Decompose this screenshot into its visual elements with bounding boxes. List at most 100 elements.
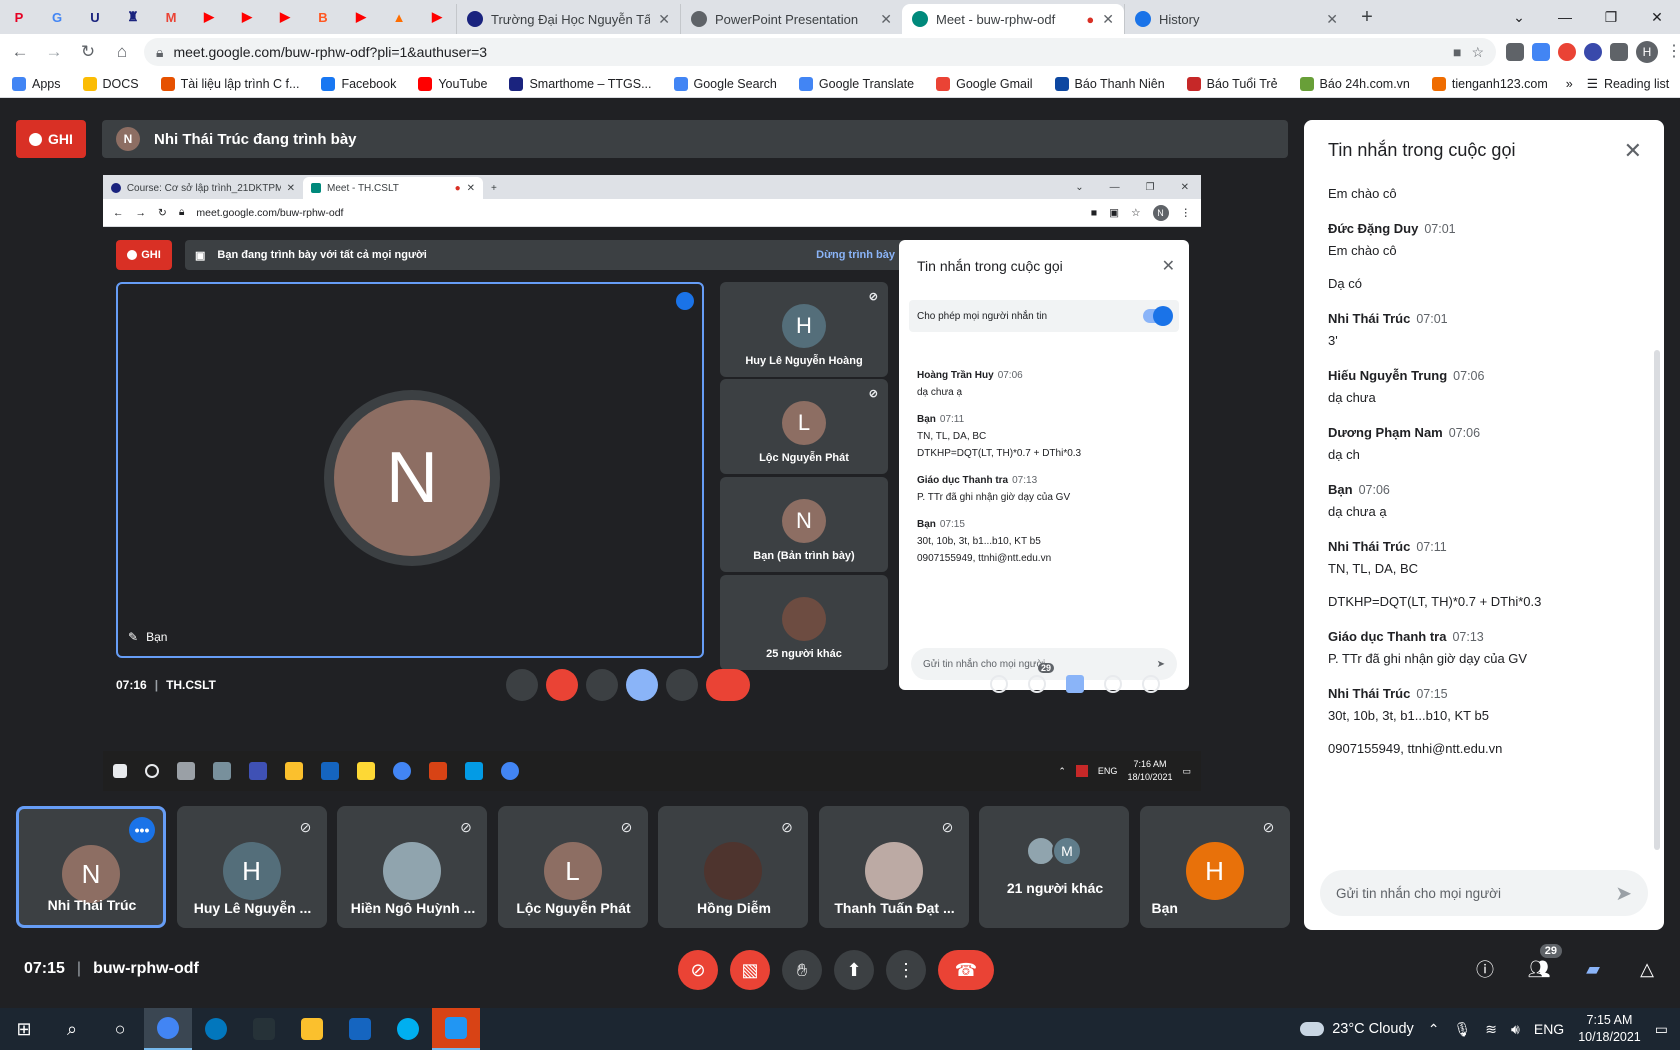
start-button[interactable]: ⊞	[0, 1008, 48, 1050]
minimize-button[interactable]: —	[1542, 9, 1588, 25]
taskbar-app[interactable]	[336, 1008, 384, 1050]
close-tab-icon[interactable]: ✕	[1102, 11, 1114, 28]
pinned-tab[interactable]: ▶	[342, 0, 380, 34]
bookmark-item[interactable]: tienganh123.com	[1431, 76, 1548, 91]
home-button[interactable]: ⌂	[110, 42, 134, 62]
pinned-tab[interactable]: ▶	[266, 0, 304, 34]
present-button[interactable]: ⬆	[834, 950, 874, 990]
bookmark-item[interactable]: Báo Tuổi Trẻ	[1186, 76, 1278, 91]
taskbar-chrome[interactable]	[144, 1008, 192, 1050]
chat-button[interactable]: ▰	[1580, 956, 1606, 982]
chat-scrollbar[interactable]	[1654, 350, 1660, 850]
bookmark-item[interactable]: Google Translate	[798, 76, 914, 91]
forward-button[interactable]: →	[42, 42, 66, 62]
pinned-tab[interactable]: U	[76, 0, 114, 34]
participant-tile[interactable]: ⊘ H Bạn	[1139, 806, 1290, 928]
people-button[interactable]: 👥︎ 29	[1526, 944, 1562, 982]
bookmark-item[interactable]: YouTube	[418, 76, 487, 91]
bookmark-item[interactable]: Smarthome – TTGS...	[509, 76, 652, 91]
participant-tile[interactable]: ⊘ Thanh Tuấn Đạt ...	[818, 806, 969, 928]
bookmark-item[interactable]: Báo 24h.com.vn	[1299, 76, 1410, 91]
download-extension-icon[interactable]	[1584, 43, 1602, 61]
bookmark-item[interactable]: Google Gmail	[936, 76, 1033, 91]
wifi-icon[interactable]: ≋	[1485, 1021, 1497, 1038]
close-tab-icon[interactable]: ✕	[1326, 11, 1338, 28]
bookmark-item[interactable]: Tài liệu lập trình C f...	[160, 76, 299, 91]
close-window-button[interactable]: ✕	[1634, 9, 1680, 26]
clock[interactable]: 7:15 AM 10/18/2021	[1578, 1012, 1641, 1046]
participant-tile[interactable]: ⊘ Hiền Ngô Huỳnh ...	[337, 806, 487, 928]
more-options-button[interactable]: ⋮	[886, 950, 926, 990]
pinned-tab[interactable]: ▶	[228, 0, 266, 34]
participant-tile[interactable]: ••• N Nhi Thái Trúc	[16, 806, 166, 928]
puzzle-icon[interactable]	[1610, 43, 1628, 61]
volume-icon[interactable]: 🔊︎	[1511, 1021, 1520, 1038]
maximize-button[interactable]: ❐	[1588, 9, 1634, 26]
bookmark-item[interactable]: Facebook	[321, 76, 396, 91]
search-button[interactable]: ⌕	[48, 1008, 96, 1050]
bookmark-star-icon[interactable]: ☆	[1471, 44, 1484, 61]
translate-extension-icon[interactable]	[1532, 43, 1550, 61]
reload-button[interactable]: ↻	[76, 42, 100, 62]
browser-tab[interactable]: Trường Đại Học Nguyễn Tất Thà ✕	[456, 4, 680, 34]
more-bookmarks-icon[interactable]: »	[1566, 77, 1573, 91]
close-tab-icon[interactable]: ✕	[658, 11, 670, 28]
new-tab-button[interactable]: +	[1348, 0, 1386, 34]
pinned-tab[interactable]: ▶	[418, 0, 456, 34]
bookmark-item[interactable]: Báo Thanh Niên	[1054, 76, 1165, 91]
menu-kebab-icon[interactable]: ⋮	[1666, 43, 1680, 61]
bookmark-icon	[798, 76, 813, 91]
pinned-tab[interactable]: ♜	[114, 0, 152, 34]
notification-icon[interactable]: ▭	[1655, 1021, 1668, 1038]
pinned-tab[interactable]: B	[304, 0, 342, 34]
browser-tab[interactable]: History ✕	[1124, 4, 1348, 34]
pinned-tab[interactable]: M	[152, 0, 190, 34]
mic-off-button[interactable]: ⊘	[678, 950, 718, 990]
browser-tab[interactable]: Meet - buw-rphw-odf ● ✕	[902, 4, 1124, 34]
pinned-tab[interactable]: ▶	[190, 0, 228, 34]
shared-participant-tile: N Bạn (Bản trình bày)	[720, 477, 888, 572]
bookmark-item[interactable]: Apps	[12, 76, 61, 91]
close-tab-icon[interactable]: ✕	[880, 11, 892, 28]
pinned-tab[interactable]: P	[0, 0, 38, 34]
more-options-icon[interactable]: •••	[129, 817, 155, 843]
microphone-icon[interactable]: 🎙︎	[1454, 1021, 1472, 1038]
address-bar[interactable]: 🔒︎ meet.google.com/buw-rphw-odf?pli=1&au…	[144, 38, 1496, 66]
close-chat-button[interactable]: ✕	[1624, 138, 1642, 164]
taskbar-terminal[interactable]	[240, 1008, 288, 1050]
weather-widget[interactable]: 23°C Cloudy	[1300, 1021, 1414, 1037]
bookmark-item[interactable]: Google Search	[673, 76, 777, 91]
extension-icon[interactable]	[1558, 43, 1576, 61]
send-icon[interactable]: ➤	[1615, 881, 1632, 906]
leave-call-button[interactable]: ☎︎	[938, 950, 994, 990]
pinned-tab[interactable]: ▲	[380, 0, 418, 34]
bookmark-item[interactable]: DOCS	[82, 76, 139, 91]
taskbar-explorer[interactable]	[288, 1008, 336, 1050]
reading-list[interactable]: ☰ Reading list	[1587, 76, 1670, 92]
pinned-tab[interactable]: G	[38, 0, 76, 34]
browser-toolbar: ← → ↻ ⌂ 🔒︎ meet.google.com/buw-rphw-odf?…	[0, 34, 1680, 70]
mic-off-icon: ⊘	[868, 291, 878, 303]
camera-icon[interactable]: ■	[1453, 44, 1461, 60]
raise-hand-button[interactable]: ✋︎	[782, 950, 822, 990]
language-indicator[interactable]: ENG	[1534, 1021, 1564, 1037]
cortana-button[interactable]: ○	[96, 1008, 144, 1050]
camera-off-button[interactable]: ▧	[730, 950, 770, 990]
profile-avatar[interactable]: H	[1636, 41, 1658, 63]
participant-tile[interactable]: M 21 người khác	[979, 806, 1129, 928]
participant-tile[interactable]: ⊘ L Lộc Nguyễn Phát	[497, 806, 648, 928]
taskbar-zalo[interactable]	[432, 1008, 480, 1050]
taskbar-skype[interactable]	[384, 1008, 432, 1050]
browser-tab[interactable]: PowerPoint Presentation ✕	[680, 4, 902, 34]
extension-icon[interactable]	[1506, 43, 1524, 61]
tray-chevron-icon[interactable]: ⌃	[1428, 1021, 1440, 1038]
meeting-details-button[interactable]: ⓘ	[1472, 956, 1498, 982]
participant-tile[interactable]: ⊘ Hồng Diễm	[658, 806, 808, 928]
taskbar-app[interactable]	[192, 1008, 240, 1050]
activities-button[interactable]: △	[1634, 956, 1660, 982]
tab-search-icon[interactable]: ⌄	[1496, 9, 1542, 26]
back-button[interactable]: ←	[8, 42, 32, 62]
chat-input[interactable]: Gửi tin nhắn cho mọi người ➤	[1320, 870, 1648, 916]
info-icon	[990, 675, 1008, 693]
participant-tile[interactable]: ⊘ H Huy Lê Nguyễn ...	[176, 806, 327, 928]
